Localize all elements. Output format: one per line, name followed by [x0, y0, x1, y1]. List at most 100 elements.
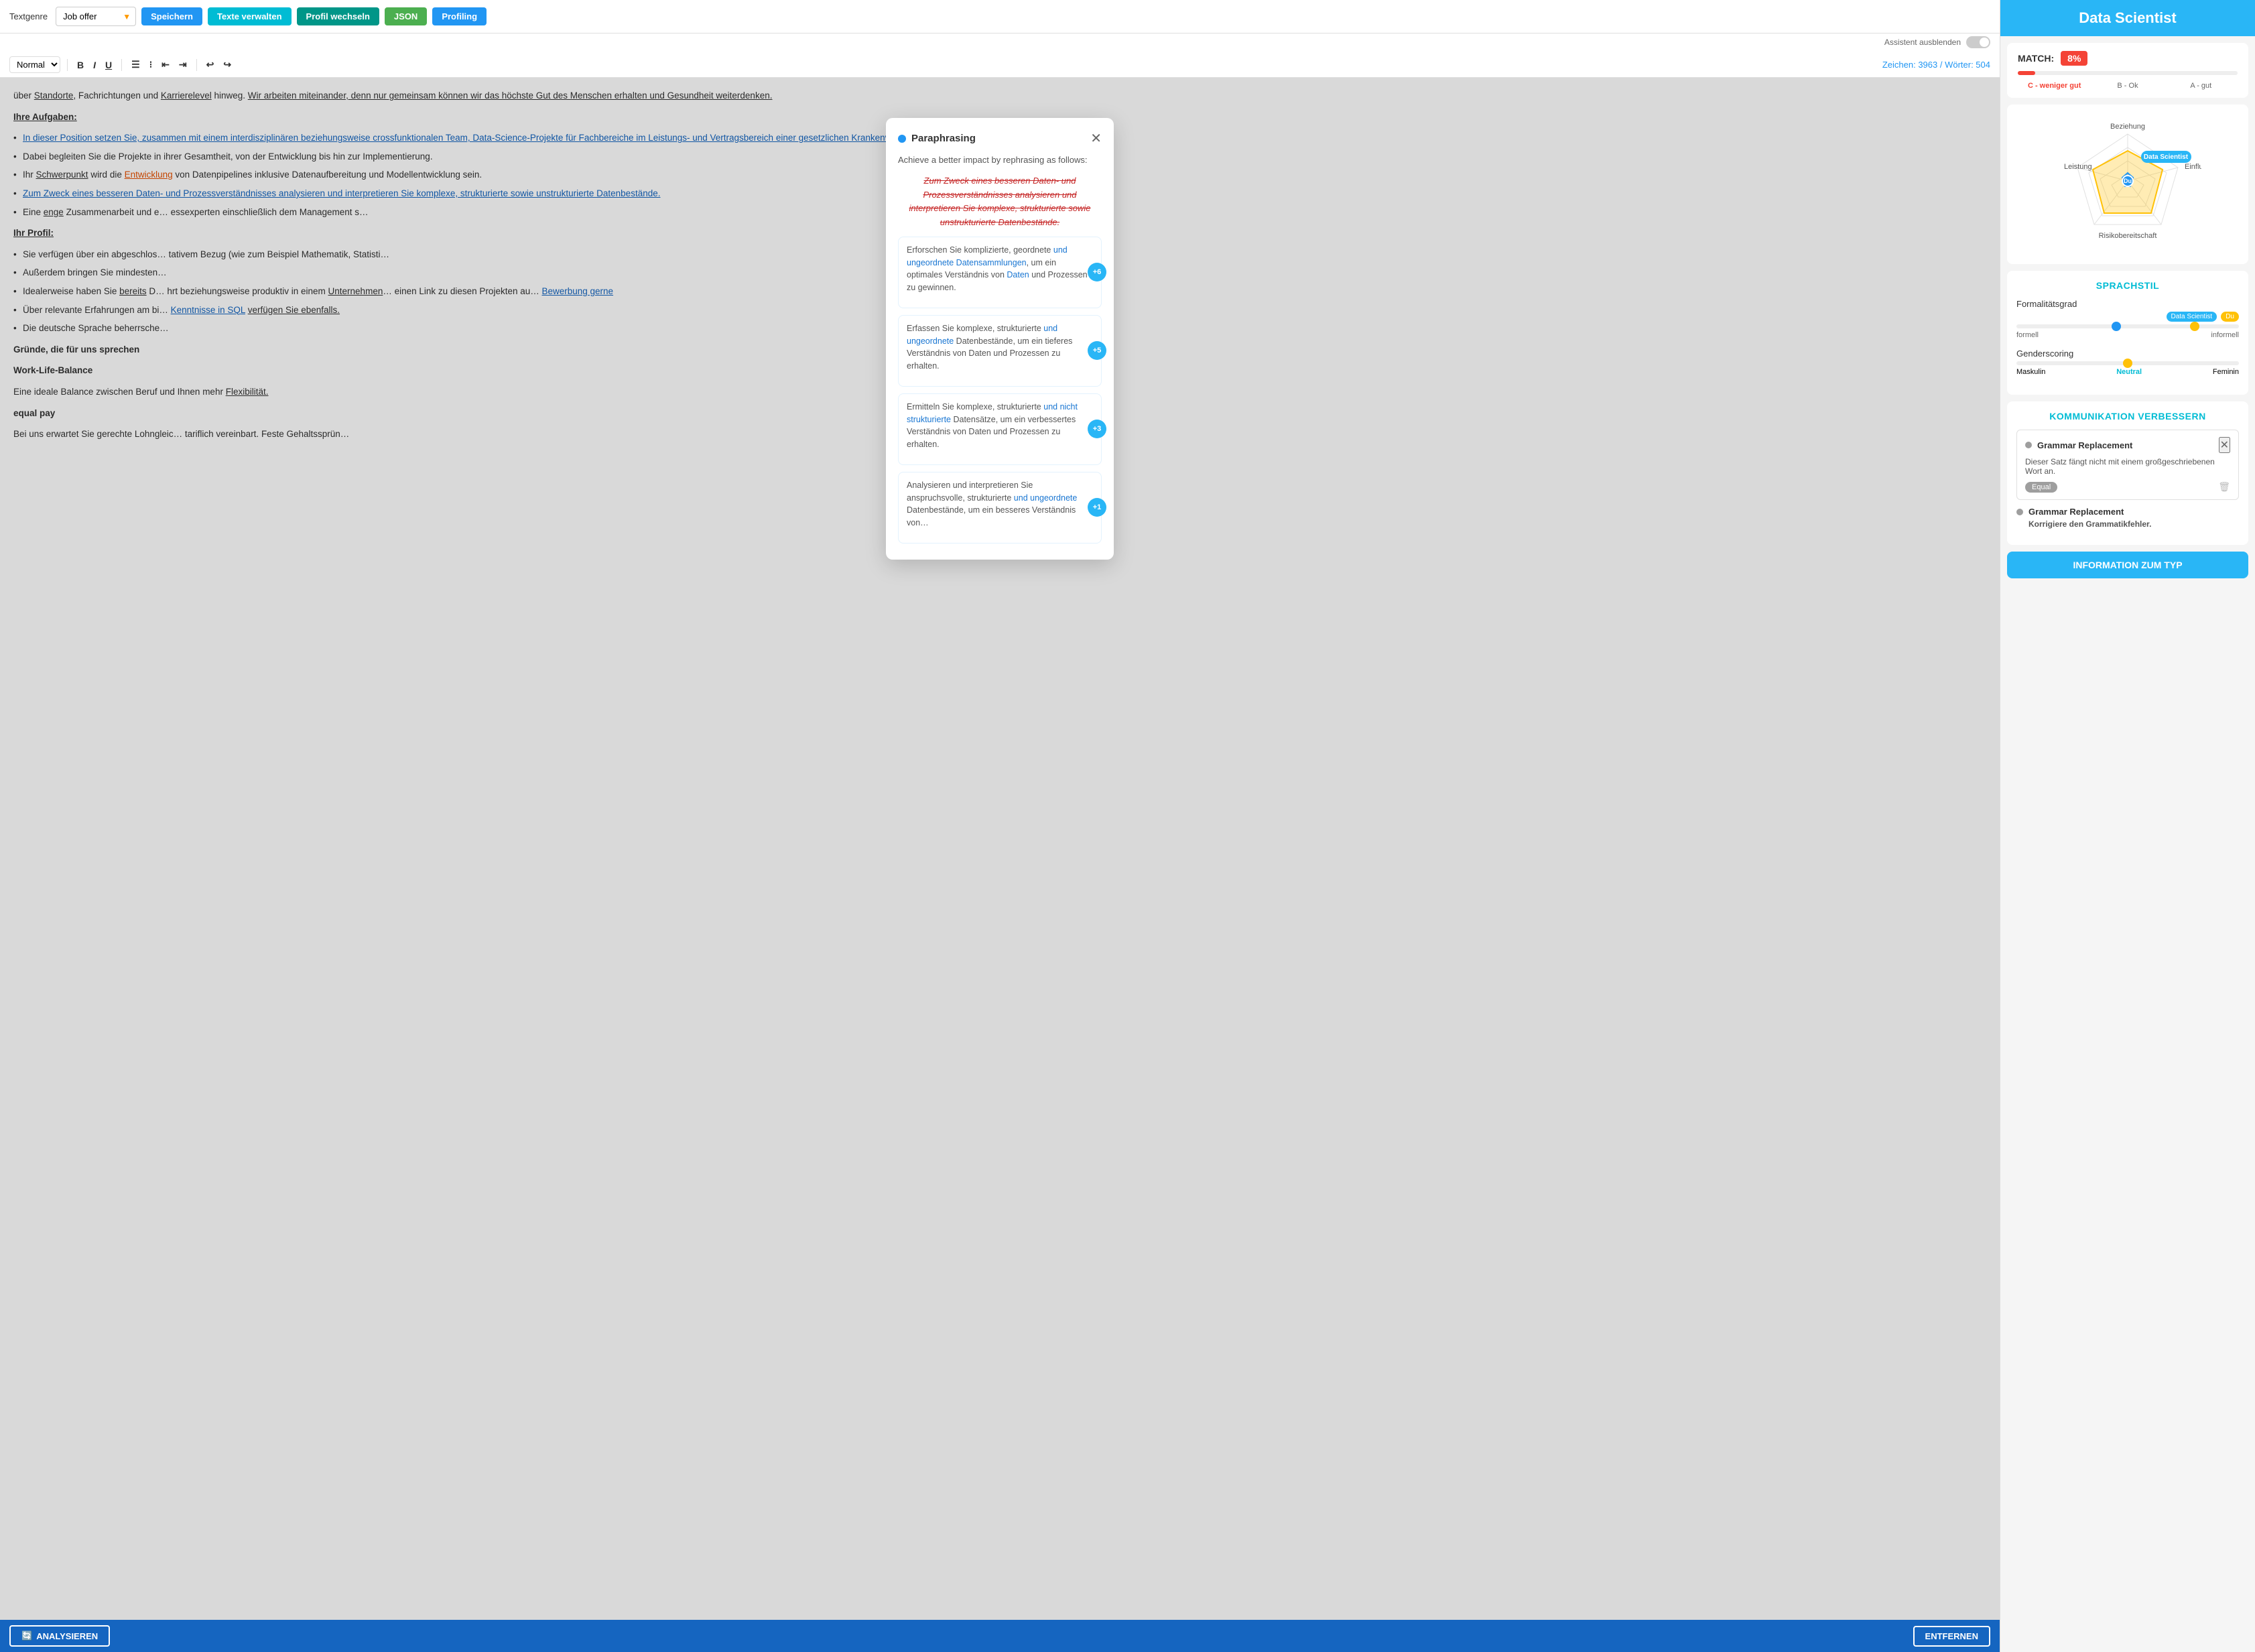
left-panel: Textgenre Job offer ▼ Speichern Texte ve…	[0, 0, 2000, 1652]
genre-select[interactable]: Job offer	[56, 7, 136, 26]
komm-badge-equal: Equal	[2025, 482, 2057, 493]
formalitaet-dot-du	[2190, 322, 2199, 331]
label-maskulin: Maskulin	[2016, 368, 2045, 376]
genre-select-wrapper[interactable]: Job offer ▼	[56, 7, 136, 26]
ordered-list-button[interactable]: ☰	[129, 58, 143, 72]
divider3	[196, 59, 197, 71]
undo-button[interactable]: ↩	[204, 58, 217, 72]
komm-item1-footer: Equal 🗑	[2025, 481, 2230, 493]
analyse-button[interactable]: 🔄 ANALYSIEREN	[9, 1625, 110, 1647]
json-button[interactable]: JSON	[385, 7, 427, 25]
match-label: MATCH:	[2018, 53, 2054, 64]
gender-labels: Maskulin Neutral Feminin	[2016, 368, 2239, 376]
modal-header: Paraphrasing ✕	[898, 130, 1102, 147]
switch-profile-button[interactable]: Profil wechseln	[297, 7, 379, 25]
editor-area[interactable]: über Standorte, Fachrichtungen und Karri…	[0, 78, 2000, 1620]
unordered-list-button[interactable]: ⁝	[147, 58, 155, 72]
grade-b: B - Ok	[2091, 82, 2164, 90]
modal-overlay: Paraphrasing ✕ Achieve a better impact b…	[0, 78, 2000, 1620]
analyse-icon: 🔄	[21, 1631, 32, 1641]
remove-button[interactable]: ENTFERNEN	[1913, 1626, 1990, 1647]
profiling-button[interactable]: Profiling	[432, 7, 487, 25]
bold-button[interactable]: B	[74, 58, 86, 72]
modal-original-text: Zum Zweck eines besseren Daten- und Proz…	[898, 174, 1102, 230]
sprachstil-title: SPRACHSTIL	[2016, 280, 2239, 291]
komm-item1-close-button[interactable]: ✕	[2219, 437, 2230, 453]
grade-a: A - gut	[2165, 82, 2238, 90]
underline-button[interactable]: U	[103, 58, 115, 72]
match-bar	[2018, 71, 2238, 75]
label-formell: formell	[2016, 331, 2039, 339]
redo-button[interactable]: ↪	[220, 58, 234, 72]
badge-ds: Data Scientist	[2167, 312, 2217, 322]
badge-plus-2: +5	[1088, 341, 1106, 360]
svg-text:Risikobereitschaft: Risikobereitschaft	[2099, 232, 2157, 240]
toggle-label: Assistent ausblenden	[1884, 38, 1961, 47]
label-feminin: Feminin	[2213, 368, 2239, 376]
komm-item2-desc: Korrigiere den Grammatikfehler.	[2016, 519, 2239, 529]
bottom-bar: 🔄 ANALYSIEREN ENTFERNEN	[0, 1620, 2000, 1652]
paraphrasing-modal: Paraphrasing ✕ Achieve a better impact b…	[886, 118, 1114, 560]
genre-label: Textgenre	[9, 11, 48, 21]
paraphrase-option-4[interactable]: Analysieren und interpretieren Sie anspr…	[898, 472, 1102, 544]
paraphrase-text-3: Ermitteln Sie komplexe, strukturierte un…	[907, 401, 1093, 451]
formalitaet-label: Formalitätsgrad	[2016, 299, 2239, 309]
paraphrase-option-3[interactable]: Ermitteln Sie komplexe, strukturierte un…	[898, 393, 1102, 465]
svg-text:Leistung: Leistung	[2064, 163, 2092, 171]
label-informell: informell	[2211, 331, 2239, 339]
char-count: Zeichen: 3963 / Wörter: 504	[1882, 60, 1990, 70]
modal-title-row: Paraphrasing	[898, 131, 976, 147]
paraphrase-text-4: Analysieren und interpretieren Sie anspr…	[907, 479, 1093, 529]
badge-du: Du	[2221, 312, 2239, 322]
komm-item-1: Grammar Replacement ✕ Dieser Satz fängt …	[2016, 430, 2239, 500]
formalitaet-badges: Data Scientist Du	[2016, 312, 2239, 322]
komm-title: KOMMUNIKATION VERBESSERN	[2016, 411, 2239, 422]
opt1-text: Erforschen Sie komplizierte, geordnete u…	[907, 245, 1088, 292]
analyse-label: ANALYSIEREN	[36, 1631, 98, 1641]
gender-track[interactable]	[2016, 361, 2239, 365]
info-label: INFORMATION ZUM TYP	[2073, 560, 2182, 570]
formalitaet-row: Formalitätsgrad Data Scientist Du formel…	[2016, 299, 2239, 339]
italic-button[interactable]: I	[90, 58, 99, 72]
paraphrase-text-2: Erfassen Sie komplexe, strukturierte und…	[907, 322, 1093, 373]
paraphrase-option-1[interactable]: Erforschen Sie komplizierte, geordnete u…	[898, 237, 1102, 308]
radar-chart: Du Beziehung Einfluss Risikobereitschaft…	[2054, 114, 2201, 255]
formalitaet-track[interactable]	[2016, 324, 2239, 328]
komm-item1-header: Grammar Replacement ✕	[2025, 437, 2230, 453]
sprachstil-section: SPRACHSTIL Formalitätsgrad Data Scientis…	[2007, 271, 2248, 395]
modal-subtitle: Achieve a better impact by rephrasing as…	[898, 153, 1102, 168]
komm-item1-title-row: Grammar Replacement	[2025, 440, 2132, 450]
match-grades: C - weniger gut B - Ok A - gut	[2018, 82, 2238, 90]
indent-left-button[interactable]: ⇤	[159, 58, 172, 72]
komm-item1-desc: Dieser Satz fängt nicht mit einem großge…	[2025, 457, 2230, 476]
modal-close-button[interactable]: ✕	[1090, 130, 1102, 147]
info-section[interactable]: INFORMATION ZUM TYP	[2007, 552, 2248, 578]
manage-texts-button[interactable]: Texte verwalten	[208, 7, 292, 25]
match-section: MATCH: 8% C - weniger gut B - Ok A - gut	[2007, 43, 2248, 98]
svg-text:Data Scientist: Data Scientist	[2144, 153, 2189, 161]
badge-plus-1: +6	[1088, 263, 1106, 281]
paraphrase-text-1: Erforschen Sie komplizierte, geordnete u…	[907, 244, 1093, 294]
divider1	[67, 59, 68, 71]
panel-title: Data Scientist	[2079, 9, 2177, 26]
assistant-toggle[interactable]	[1966, 36, 1990, 48]
svg-text:Beziehung: Beziehung	[2110, 123, 2145, 131]
svg-text:Einfluss: Einfluss	[2185, 163, 2201, 171]
paraphrase-option-2[interactable]: Erfassen Sie komplexe, strukturierte und…	[898, 315, 1102, 387]
label-neutral: Neutral	[2116, 368, 2142, 376]
komm-item1-title: Grammar Replacement	[2037, 440, 2132, 450]
style-select[interactable]: Normal	[9, 56, 60, 73]
match-row: MATCH: 8%	[2018, 51, 2238, 66]
indent-right-button[interactable]: ⇥	[176, 58, 190, 72]
trash-icon-1[interactable]: 🗑	[2218, 481, 2230, 493]
badge-plus-3: +3	[1088, 420, 1106, 438]
komm-dot-1	[2025, 442, 2032, 448]
save-button[interactable]: Speichern	[141, 7, 202, 25]
match-bar-fill	[2018, 71, 2035, 75]
divider2	[121, 59, 122, 71]
gender-dot	[2123, 359, 2132, 368]
kommunikation-section: KOMMUNIKATION VERBESSERN Grammar Replace…	[2007, 401, 2248, 545]
gender-row: Genderscoring Maskulin Neutral Feminin	[2016, 348, 2239, 376]
toggle-row: Assistent ausblenden	[0, 34, 2000, 52]
komm-item2-header: Grammar Replacement	[2016, 507, 2239, 517]
